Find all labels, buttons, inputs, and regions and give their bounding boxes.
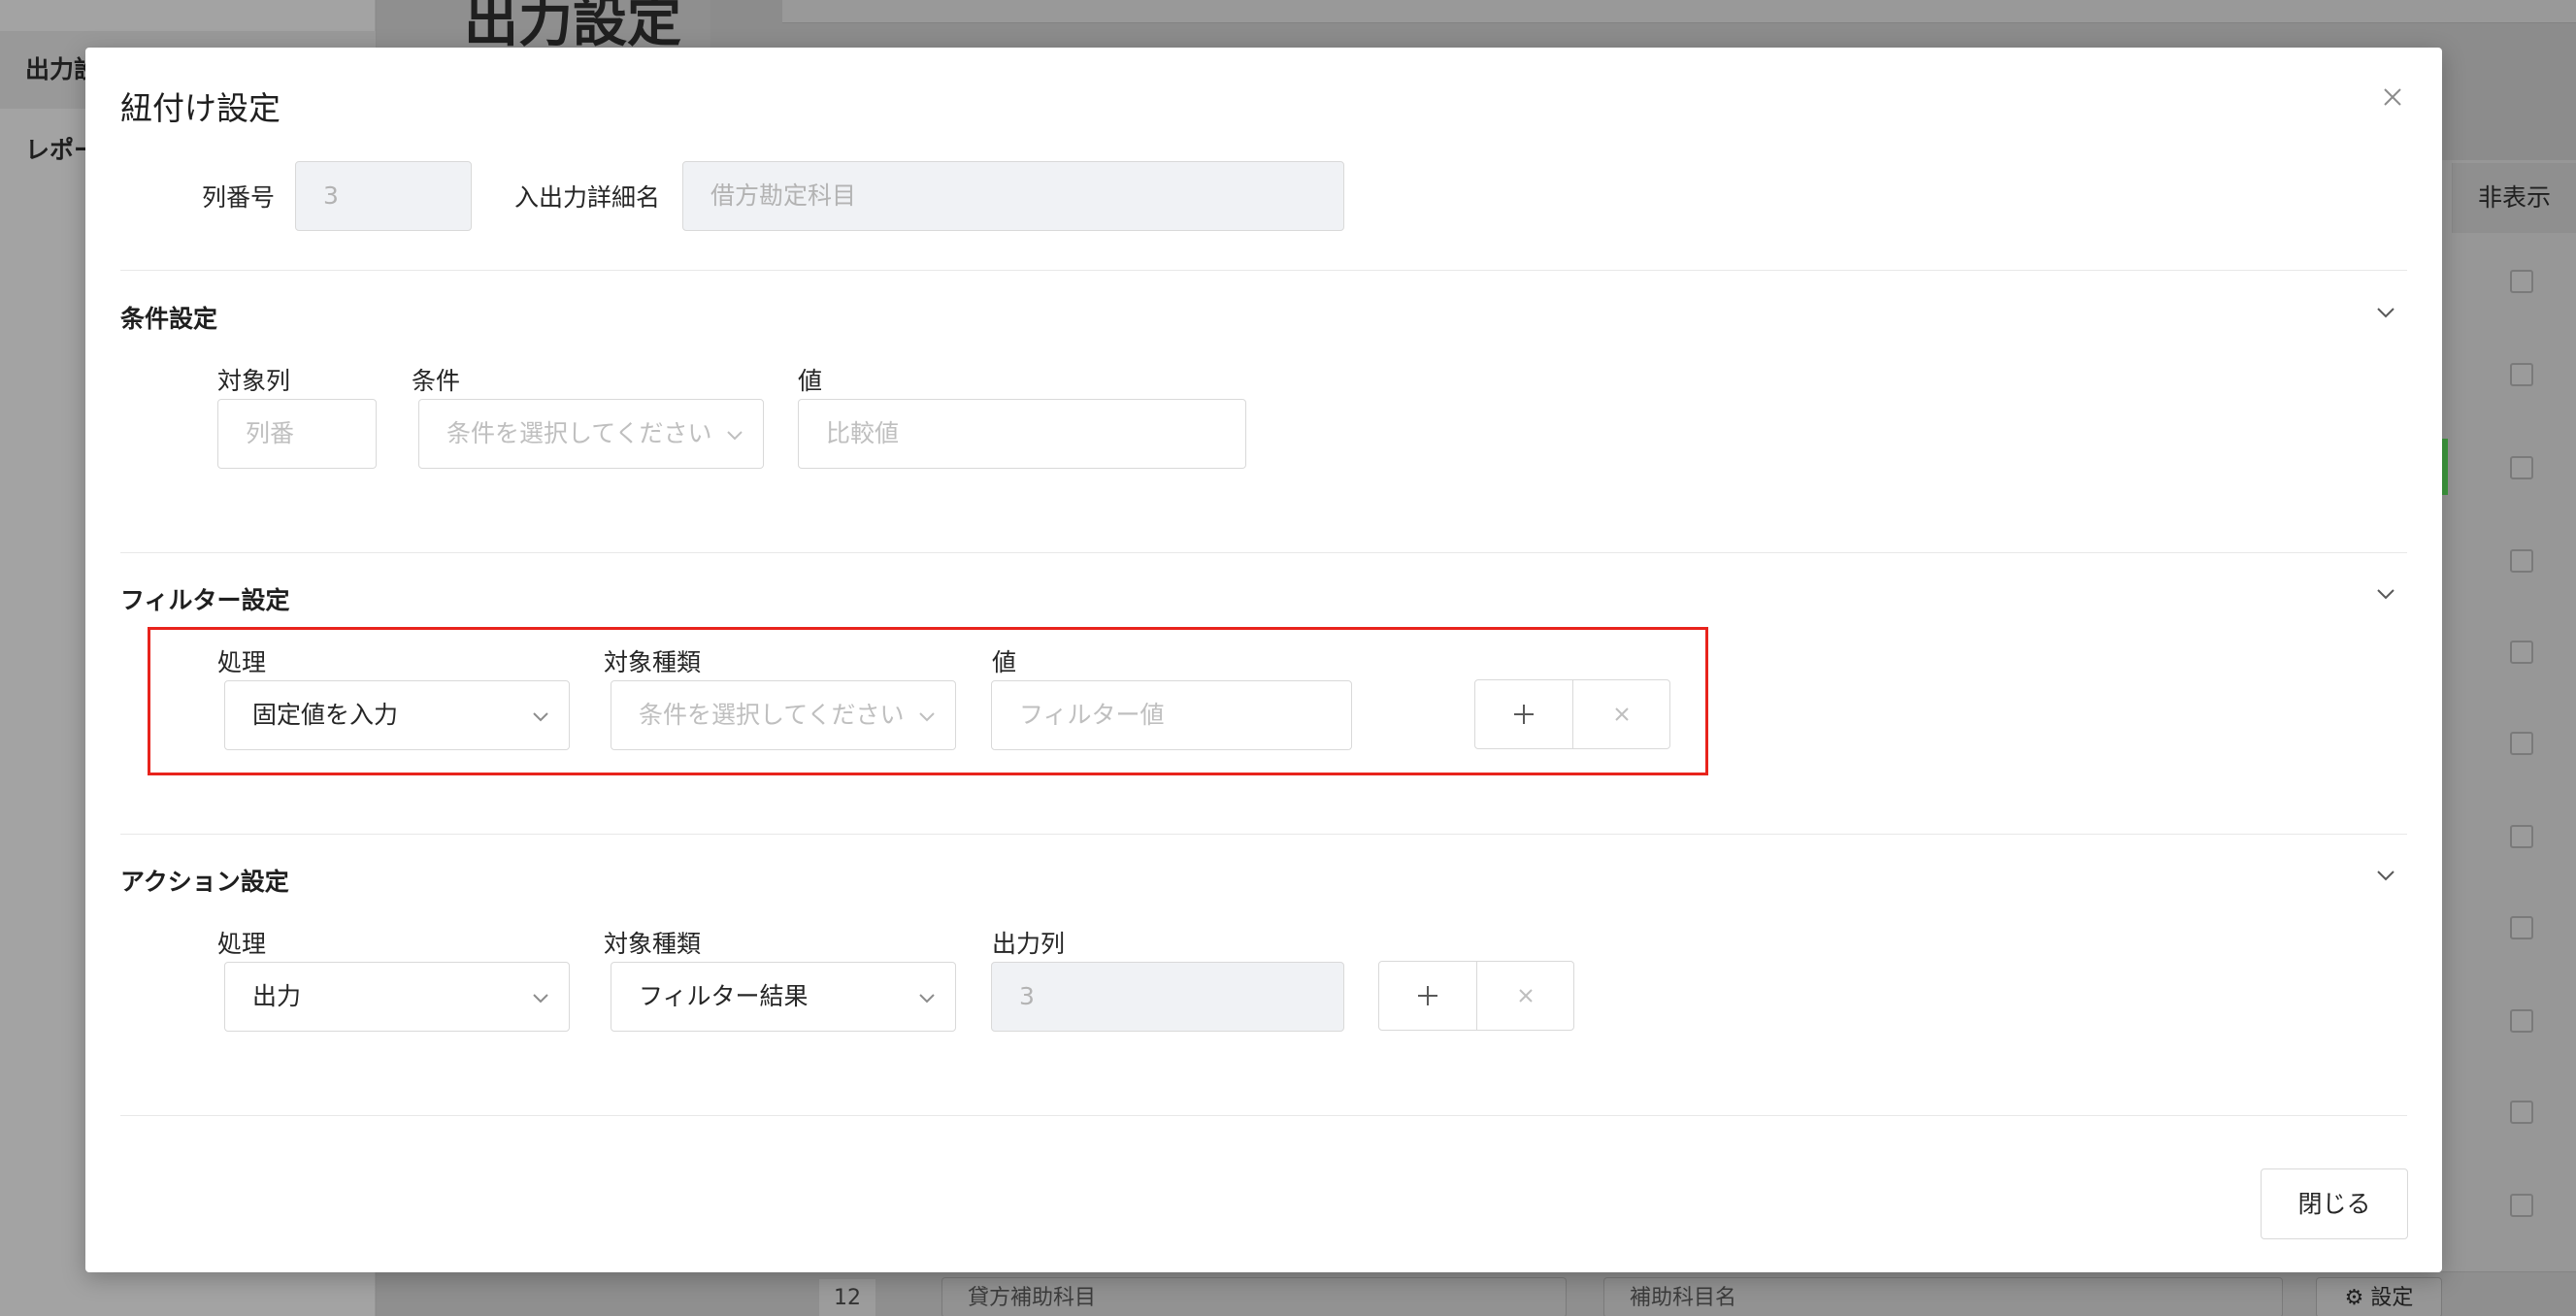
hide-checkbox[interactable]: [2510, 1101, 2533, 1124]
compare-value-placeholder: 比較値: [826, 419, 900, 447]
chevron-down-icon: [532, 707, 549, 725]
chevron-down-icon[interactable]: [2374, 301, 2397, 324]
row-number: 12: [819, 1279, 875, 1316]
active-row-indicator: [2442, 439, 2448, 495]
hide-checkbox[interactable]: [2510, 363, 2533, 386]
action-target-type-label: 対象種類: [604, 930, 702, 958]
close-icon: [1518, 989, 1533, 1003]
compare-value-input[interactable]: 比較値: [798, 399, 1246, 469]
divider: [120, 270, 2407, 271]
chevron-down-icon[interactable]: [2374, 864, 2397, 887]
row-field[interactable]: 貸方補助科目: [941, 1277, 1567, 1316]
action-row-actions: [1378, 961, 1574, 1031]
divider: [120, 834, 2407, 835]
io-detail-name-placeholder: 借方勘定科目: [710, 181, 857, 210]
target-column-input[interactable]: 列番: [217, 399, 377, 469]
header-card: [782, 0, 2576, 23]
action-process-select[interactable]: 出力: [224, 962, 570, 1032]
target-column-placeholder: 列番: [246, 419, 295, 447]
condition-label: 条件: [412, 367, 461, 395]
chevron-down-icon: [726, 426, 743, 444]
close-button[interactable]: 閉じる: [2261, 1168, 2408, 1239]
column-number-label: 列番号: [202, 183, 276, 212]
output-column-label: 出力列: [992, 930, 1066, 958]
condition-section-title: 条件設定: [120, 305, 218, 333]
row-settings-label: 設定: [2370, 1286, 2414, 1310]
divider: [120, 1115, 2407, 1116]
hide-checkbox[interactable]: [2510, 270, 2533, 293]
process-label: 処理: [217, 648, 267, 676]
hide-checkbox[interactable]: [2510, 1009, 2533, 1033]
io-detail-name-label: 入出力詳細名: [514, 183, 661, 212]
io-detail-name-field: 借方勘定科目: [682, 161, 1344, 231]
filter-value-placeholder: フィルター値: [1019, 701, 1165, 729]
hide-checkbox[interactable]: [2510, 549, 2533, 573]
filter-target-type-select[interactable]: 条件を選択してください: [611, 680, 956, 750]
action-process-value: 出力: [252, 982, 302, 1010]
filter-section-title: フィルター設定: [120, 586, 290, 614]
hide-checkbox[interactable]: [2510, 732, 2533, 755]
condition-placeholder: 条件を選択してください: [446, 419, 712, 447]
condition-select[interactable]: 条件を選択してください: [418, 399, 764, 469]
filter-process-select[interactable]: 固定値を入力: [224, 680, 570, 750]
row-settings-button[interactable]: ⚙ 設定: [2316, 1277, 2442, 1316]
row-field[interactable]: 補助科目名: [1603, 1277, 2283, 1316]
action-process-label: 処理: [217, 930, 267, 958]
action-target-type-select[interactable]: フィルター結果: [611, 962, 956, 1032]
target-column-label: 対象列: [217, 367, 291, 395]
chevron-down-icon: [532, 989, 549, 1006]
filter-process-value: 固定値を入力: [252, 701, 399, 729]
value-label: 値: [798, 367, 823, 395]
filter-row-actions: [1474, 679, 1670, 749]
chevron-down-icon: [918, 707, 936, 725]
remove-action-button[interactable]: [1476, 962, 1573, 1030]
divider: [120, 552, 2407, 553]
hidden-column-header: 非表示: [2452, 163, 2576, 233]
plus-icon: [1514, 705, 1534, 724]
target-type-label: 対象種類: [604, 648, 702, 676]
remove-filter-button[interactable]: [1572, 680, 1669, 748]
chevron-down-icon[interactable]: [2374, 582, 2397, 606]
hide-checkbox[interactable]: [2510, 916, 2533, 939]
add-action-button[interactable]: [1379, 962, 1476, 1030]
close-icon: [1614, 707, 1629, 721]
action-section-title: アクション設定: [120, 868, 289, 896]
action-target-type-value: フィルター結果: [639, 982, 809, 1010]
filter-value-label: 値: [992, 648, 1017, 676]
hide-checkbox[interactable]: [2510, 1194, 2533, 1217]
column-number-field: 3: [295, 161, 472, 231]
filter-target-type-placeholder: 条件を選択してください: [639, 701, 905, 729]
hide-checkbox[interactable]: [2510, 456, 2533, 479]
mapping-settings-modal: 紐付け設定 列番号 3 入出力詳細名 借方勘定科目 条件設定 対象列 列番 条件…: [85, 48, 2442, 1272]
add-filter-button[interactable]: [1475, 680, 1572, 748]
chevron-down-icon: [918, 989, 936, 1006]
modal-title: 紐付け設定: [120, 89, 281, 127]
plus-icon: [1418, 986, 1437, 1005]
filter-value-input[interactable]: フィルター値: [991, 680, 1352, 750]
output-column-field: 3: [991, 962, 1344, 1032]
hide-checkbox[interactable]: [2510, 641, 2533, 664]
hide-checkbox[interactable]: [2510, 825, 2533, 848]
close-icon[interactable]: [2378, 82, 2407, 112]
